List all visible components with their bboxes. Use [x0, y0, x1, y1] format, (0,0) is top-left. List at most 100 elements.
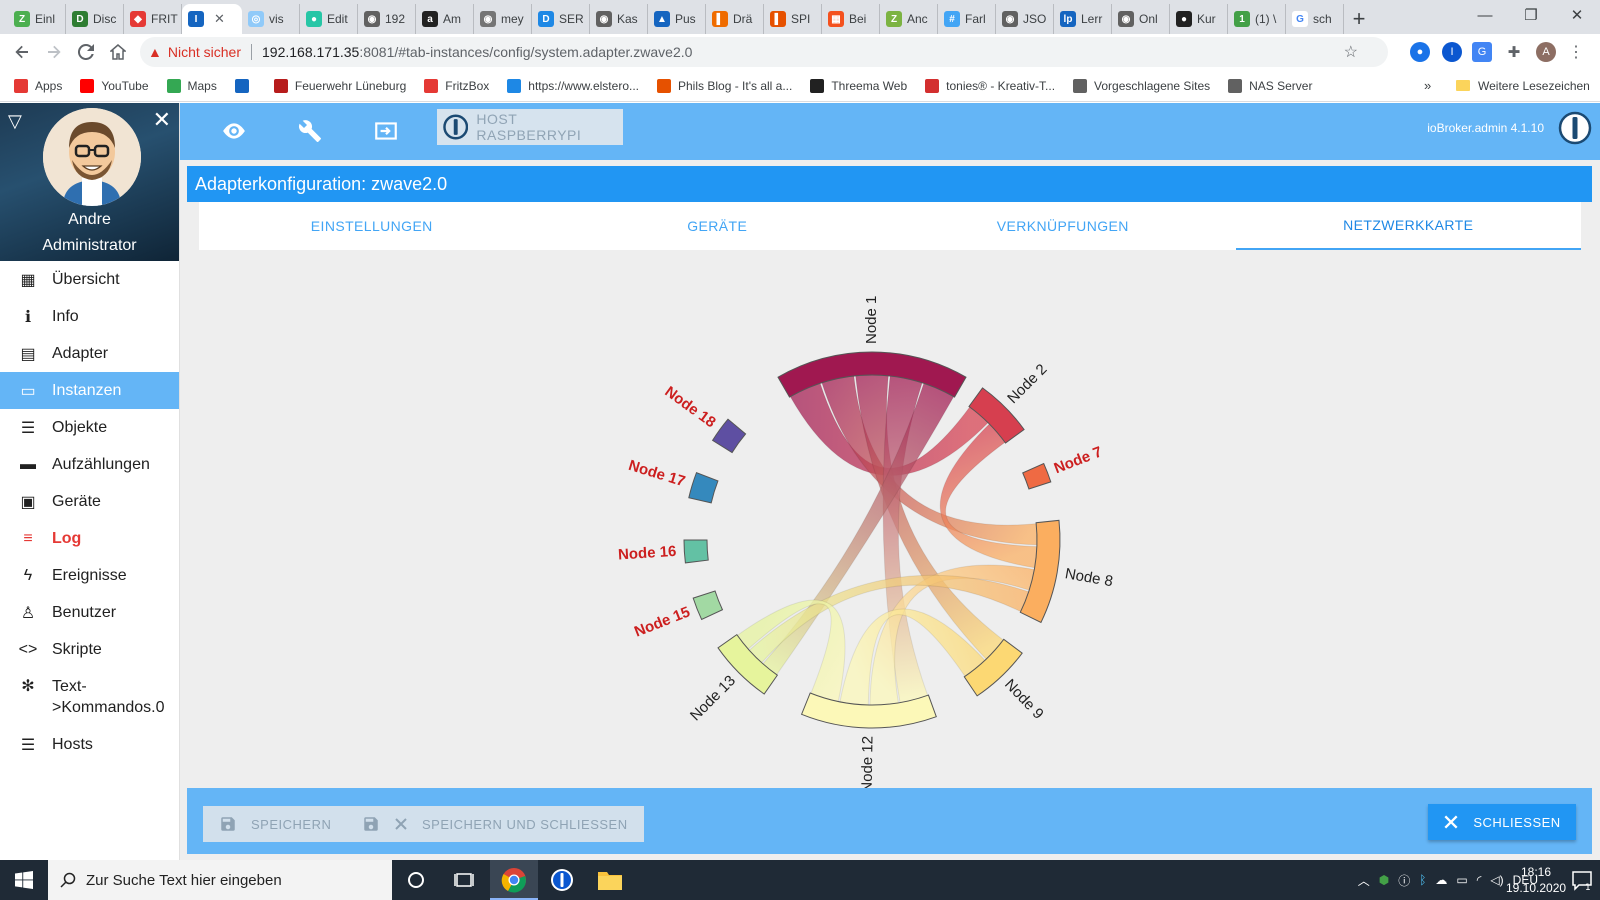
config-tab[interactable]: NETZWERKKARTE: [1235, 202, 1581, 250]
bookmark-item[interactable]: FritzBox: [424, 78, 489, 93]
browser-tab[interactable]: ▌ SPI: [764, 4, 822, 34]
browser-tab[interactable]: D Disc: [66, 4, 124, 34]
browser-tab[interactable]: ◎ vis: [242, 4, 300, 34]
config-tab[interactable]: VERKNÜPFUNGEN: [890, 202, 1236, 250]
back-button[interactable]: [6, 36, 38, 68]
sidebar-item[interactable]: ϟ Ereignisse: [0, 557, 179, 594]
messenger-extension-icon[interactable]: ●: [1410, 42, 1430, 62]
extensions-puzzle-icon[interactable]: ✚: [1504, 42, 1524, 62]
url-text[interactable]: 192.168.171.35:8081/#tab-instances/confi…: [262, 44, 692, 60]
host-select-button[interactable]: HOST RASPBERRYPI: [437, 109, 623, 145]
browser-tab[interactable]: # Farl: [938, 4, 996, 34]
bookmark-item[interactable]: Maps: [166, 78, 217, 93]
browser-tab[interactable]: ● Edit: [300, 4, 358, 34]
save-and-close-button[interactable]: SPEICHERN UND SCHLIESSEN: [346, 806, 644, 842]
sidebar-item[interactable]: ▬ Aufzählungen: [0, 446, 179, 483]
address-bar[interactable]: ▲ Nicht sicher 192.168.171.35:8081/#tab-…: [140, 37, 1388, 67]
bookmark-item[interactable]: [234, 78, 256, 93]
chord-node-arc[interactable]: [688, 471, 719, 504]
bookmark-item[interactable]: Vorgeschlagene Sites: [1073, 78, 1210, 93]
browser-tab[interactable]: ● Kur: [1170, 4, 1228, 34]
chevron-up-icon[interactable]: ︿: [1358, 872, 1370, 889]
profile-avatar-icon[interactable]: A: [1536, 42, 1556, 62]
browser-tab[interactable]: ◉ mey: [474, 4, 532, 34]
bookmark-star-icon[interactable]: ☆: [1344, 42, 1358, 62]
task-view-icon[interactable]: [450, 866, 478, 894]
other-bookmarks-folder[interactable]: Weitere Lesezeichen: [1456, 79, 1590, 93]
sidebar-item[interactable]: ▦ Übersicht: [0, 261, 179, 298]
sidebar-item[interactable]: ✻ Text->Kommandos.0: [0, 668, 179, 726]
browser-tab[interactable]: I ✕: [182, 4, 242, 34]
bookmark-item[interactable]: Feuerwehr Lüneburg: [273, 78, 406, 93]
browser-tab[interactable]: ▌ Drä: [706, 4, 764, 34]
bookmark-item[interactable]: Phils Blog - It's all a...: [657, 78, 792, 93]
close-tab-icon[interactable]: ✕: [214, 11, 225, 27]
cortana-icon[interactable]: [402, 866, 430, 894]
wrench-icon[interactable]: [296, 117, 324, 145]
clock[interactable]: 18:16 19.10.2020: [1506, 864, 1566, 896]
browser-tab[interactable]: ◉ Kas: [590, 4, 648, 34]
browser-tab[interactable]: lp Lerr: [1054, 4, 1112, 34]
chord-node-arc[interactable]: [683, 539, 709, 564]
sidebar-item[interactable]: ≡ Log: [0, 520, 179, 557]
browser-tab[interactable]: Gsch: [1286, 4, 1344, 34]
password-manager-app-icon[interactable]: [548, 866, 576, 894]
sidebar-item[interactable]: ▤ Adapter: [0, 335, 179, 372]
sidebar-item[interactable]: <> Skripte: [0, 631, 179, 668]
reload-button[interactable]: [70, 36, 102, 68]
close-button[interactable]: SCHLIESSEN: [1428, 804, 1576, 840]
sidebar-item[interactable]: ☰ Objekte: [0, 409, 179, 446]
bookmark-item[interactable]: https://www.elstero...: [507, 78, 639, 93]
new-tab-button[interactable]: +: [1344, 4, 1374, 34]
bluetooth-icon[interactable]: ᛒ: [1419, 873, 1426, 887]
browser-tab[interactable]: ◉ JSO: [996, 4, 1054, 34]
start-button[interactable]: [0, 860, 48, 900]
sidebar-item[interactable]: ♙ Benutzer: [0, 594, 179, 631]
wifi-icon[interactable]: ◜: [1477, 873, 1482, 887]
battery-icon[interactable]: ▭: [1456, 873, 1467, 887]
browser-tab[interactable]: 1 (1) \: [1228, 4, 1286, 34]
browser-tab[interactable]: ◉ 192: [358, 4, 416, 34]
logout-icon[interactable]: [372, 117, 400, 145]
chord-node-arc[interactable]: [1022, 462, 1052, 490]
bookmark-item[interactable]: NAS Server: [1228, 78, 1312, 93]
password-extension-icon[interactable]: I: [1442, 42, 1462, 62]
forward-button[interactable]: [38, 36, 70, 68]
taskbar-search[interactable]: Zur Suche Text hier eingeben: [48, 860, 392, 900]
browser-tab[interactable]: Z Anc: [880, 4, 938, 34]
bookmark-item[interactable]: Apps: [14, 78, 62, 93]
file-explorer-app-icon[interactable]: [596, 866, 624, 894]
shield-icon[interactable]: ⬢: [1379, 873, 1389, 887]
chord-node-arc[interactable]: [711, 418, 747, 454]
notification-center-icon[interactable]: 1: [1570, 868, 1594, 892]
sidebar-item[interactable]: ▣ Geräte: [0, 483, 179, 520]
sidebar-item[interactable]: ℹ Info: [0, 298, 179, 335]
sidebar-item[interactable]: ☰ Hosts: [0, 726, 179, 763]
browser-tab[interactable]: ◆ FRIT: [124, 4, 182, 34]
browser-tab[interactable]: a Am: [416, 4, 474, 34]
browser-tab[interactable]: D SER: [532, 4, 590, 34]
insecure-label[interactable]: Nicht sicher: [168, 44, 241, 60]
save-button[interactable]: SPEICHERN: [203, 806, 348, 842]
menu-kebab-icon[interactable]: ⋮: [1566, 42, 1586, 62]
config-tab[interactable]: EINSTELLUNGEN: [199, 202, 545, 250]
browser-tab[interactable]: ◉ Onl: [1112, 4, 1170, 34]
close-window-button[interactable]: ✕: [1554, 0, 1600, 30]
menu-toggle-icon[interactable]: ▽: [8, 111, 22, 132]
eye-icon[interactable]: [220, 117, 248, 145]
password-manager-tray-icon[interactable]: ⓘ: [1398, 872, 1410, 889]
more-bookmarks-chevron-icon[interactable]: »: [1424, 78, 1431, 93]
bookmark-item[interactable]: Threema Web: [810, 78, 907, 93]
config-tab[interactable]: GERÄTE: [545, 202, 891, 250]
chord-node-arc[interactable]: [692, 590, 724, 621]
bookmark-item[interactable]: tonies® - Kreativ-T...: [925, 78, 1055, 93]
close-sidebar-icon[interactable]: ✕: [153, 107, 171, 133]
maximize-button[interactable]: ❐: [1508, 0, 1554, 30]
minimize-button[interactable]: —: [1462, 0, 1508, 30]
onedrive-icon[interactable]: ☁: [1435, 873, 1447, 887]
browser-tab[interactable]: ▲ Pus: [648, 4, 706, 34]
browser-tab[interactable]: Z Einl: [8, 4, 66, 34]
chrome-app-icon[interactable]: [500, 866, 528, 894]
translate-extension-icon[interactable]: G: [1472, 42, 1492, 62]
bookmark-item[interactable]: YouTube: [80, 78, 149, 93]
